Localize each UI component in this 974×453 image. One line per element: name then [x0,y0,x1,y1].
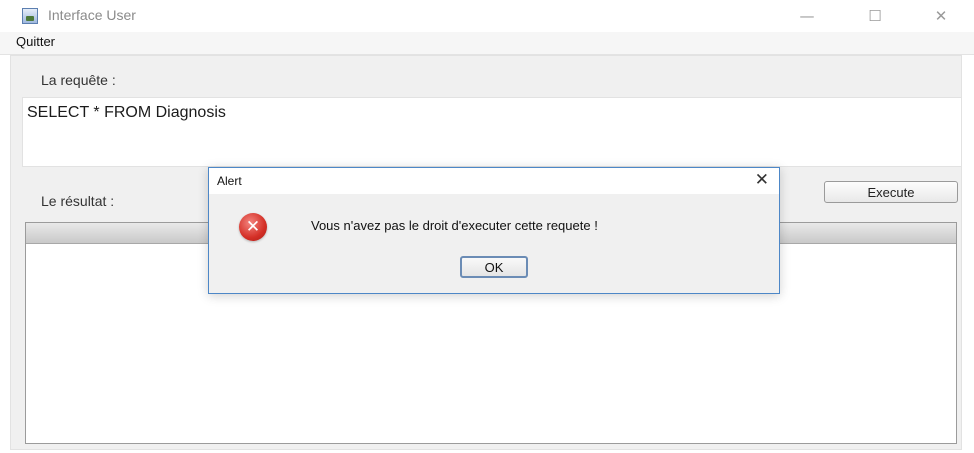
error-icon: ✕ [239,213,267,241]
alert-dialog: Alert ✕ ✕ Vous n'avez pas le droit d'exe… [208,167,780,294]
menu-bar: Quitter [0,32,974,55]
close-button[interactable]: ✕ [918,0,964,32]
query-textarea[interactable]: SELECT * FROM Diagnosis [22,97,962,167]
minimize-button[interactable]: — [784,0,830,32]
ok-button[interactable]: OK [460,256,528,278]
query-label: La requête : [41,72,116,88]
window-titlebar: Interface User — ☐ ✕ [0,0,974,32]
dialog-close-icon[interactable]: ✕ [755,170,769,190]
execute-button[interactable]: Execute [824,181,958,203]
dialog-title: Alert [217,174,242,188]
dialog-message: Vous n'avez pas le droit d'executer cett… [311,218,598,233]
result-label: Le résultat : [41,193,115,209]
window-title: Interface User [48,7,136,23]
maximize-button[interactable]: ☐ [852,0,898,32]
menu-item-quitter[interactable]: Quitter [16,34,55,49]
dialog-titlebar: Alert ✕ [209,168,779,194]
app-icon [22,8,38,24]
